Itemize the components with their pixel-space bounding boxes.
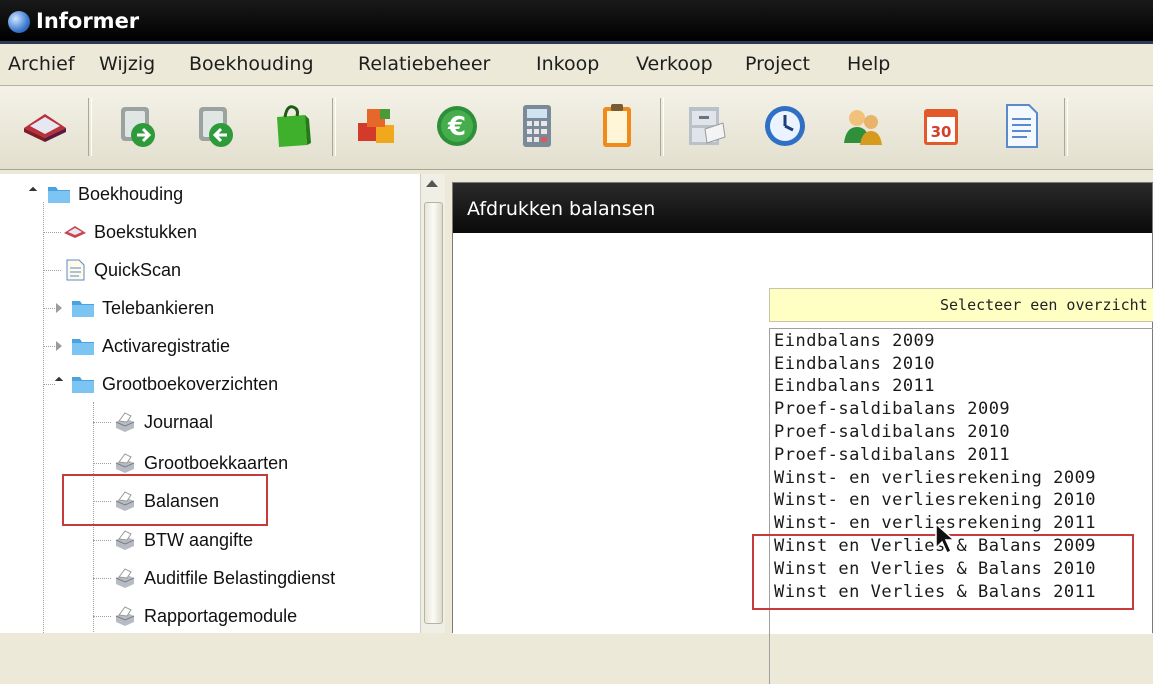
tree-scrollbar[interactable]	[420, 174, 445, 633]
printer-icon	[115, 453, 135, 473]
highlight-balansen	[62, 474, 268, 526]
document-icon	[66, 259, 85, 281]
menu-inkoop[interactable]: Inkoop	[536, 53, 599, 75]
list-item[interactable]: Eindbalans 2009	[774, 331, 935, 351]
window-title: Afdrukken balansen	[467, 198, 656, 220]
tree-item-rapportagemodule[interactable]: Rapportagemodule	[112, 598, 297, 634]
window-body: Selecteer een overzicht Eindbalans 2009 …	[453, 233, 1153, 684]
svg-text:€: €	[447, 112, 466, 142]
list-item[interactable]: Eindbalans 2010	[774, 354, 935, 374]
printer-icon	[115, 530, 135, 550]
menu-project[interactable]: Project	[745, 53, 810, 75]
menu-archief[interactable]: Archief	[8, 53, 75, 75]
contacts-icon[interactable]	[836, 98, 890, 154]
tree-item-label: Grootboekkaarten	[144, 452, 289, 473]
calendar-icon[interactable]: 30	[914, 98, 968, 154]
expand-arrow-icon[interactable]	[54, 376, 64, 386]
tree-item-quickscan[interactable]: QuickScan	[62, 252, 181, 288]
printer-icon	[115, 606, 135, 626]
folder-icon	[72, 377, 94, 393]
menu-verkoop[interactable]: Verkoop	[636, 53, 713, 75]
mouse-cursor-icon	[935, 522, 956, 555]
app-logo-icon	[8, 11, 30, 33]
tree-item-label: Journaal	[144, 411, 214, 432]
list-item[interactable]: Winst- en verliesrekening 2009	[774, 468, 1096, 488]
menu-bar: Archief Wijzig Boekhouding Relatiebeheer…	[0, 44, 1153, 86]
folder-icon	[72, 301, 94, 317]
cabinet-icon[interactable]	[678, 98, 732, 154]
tree-item-label: Grootboekoverzichten	[102, 373, 279, 394]
collapse-arrow-icon[interactable]	[56, 303, 62, 313]
tree-item-activaregistratie[interactable]: Activaregistratie	[54, 328, 230, 364]
list-item[interactable]: Proef-saldibalans 2009	[774, 399, 1010, 419]
document-icon[interactable]	[994, 98, 1048, 154]
window-titlebar: Afdrukken balansen	[453, 183, 1152, 233]
tree-item-label: Telebankieren	[102, 297, 215, 318]
print-balances-window: Afdrukken balansen Selecteer een overzic…	[452, 182, 1153, 684]
navigation-tree: Boekhouding Boekstukken QuickScan Teleba…	[0, 174, 421, 633]
list-item[interactable]: Proef-saldibalans 2011	[774, 445, 1010, 465]
tree-item-btw-aangifte[interactable]: BTW aangifte	[112, 522, 253, 558]
tree-item-label: Boekhouding	[78, 183, 184, 204]
boekstukken-icon[interactable]	[18, 98, 72, 154]
boekstukken-icon	[64, 226, 86, 238]
euro-icon[interactable]: €	[430, 98, 484, 154]
menu-boekhouding[interactable]: Boekhouding	[189, 53, 314, 75]
expand-arrow-icon[interactable]	[28, 186, 38, 196]
overview-list[interactable]: Eindbalans 2009 Eindbalans 2010 Eindbala…	[752, 328, 1153, 684]
printer-icon	[115, 412, 135, 432]
tree-item-telebankieren[interactable]: Telebankieren	[54, 290, 214, 326]
tree-item-label: Rapportagemodule	[144, 605, 298, 626]
folder-icon	[72, 339, 94, 355]
menu-help[interactable]: Help	[847, 53, 890, 75]
list-item[interactable]: Proef-saldibalans 2010	[774, 422, 1010, 442]
clipboard-icon[interactable]	[590, 98, 644, 154]
tree-item-boekstukken[interactable]: Boekstukken	[62, 214, 197, 250]
calculator-icon[interactable]	[510, 98, 564, 154]
printer-icon	[115, 568, 135, 588]
tree-item-auditfile-belastingdienst[interactable]: Auditfile Belastingdienst	[112, 560, 335, 596]
products-icon[interactable]	[350, 98, 404, 154]
arrow-out-icon[interactable]	[188, 98, 242, 154]
app-titlebar: Informer	[0, 0, 1153, 44]
app-title: Informer	[36, 9, 140, 33]
list-item[interactable]: Eindbalans 2011	[774, 376, 935, 396]
tree-item-label: Auditfile Belastingdienst	[144, 567, 336, 588]
tree-item-label: Boekstukken	[94, 221, 198, 242]
shopping-bag-icon[interactable]	[264, 98, 318, 154]
folder-icon	[48, 187, 70, 203]
clock-icon[interactable]	[758, 98, 812, 154]
collapse-arrow-icon[interactable]	[56, 341, 62, 351]
tree-item-label: BTW aangifte	[144, 529, 254, 550]
tree-item-label: QuickScan	[94, 259, 182, 280]
menu-relatiebeheer[interactable]: Relatiebeheer	[358, 53, 490, 75]
tree-item-journaal[interactable]: Journaal	[112, 404, 213, 440]
calendar-day: 30	[931, 123, 952, 141]
scroll-up-icon[interactable]	[426, 180, 438, 187]
overview-header-label: Selecteer een overzicht	[940, 296, 1148, 314]
tree-item-boekhouding[interactable]: Boekhouding	[24, 176, 183, 212]
overview-header: Selecteer een overzicht	[769, 288, 1153, 322]
menu-wijzig[interactable]: Wijzig	[99, 53, 155, 75]
list-item[interactable]: Winst- en verliesrekening 2010	[774, 490, 1096, 510]
arrow-in-icon[interactable]	[110, 98, 164, 154]
tree-item-grootboekoverzichten[interactable]: Grootboekoverzichten	[54, 366, 278, 402]
toolbar: € 30	[0, 86, 1153, 170]
tree-item-label: Activaregistratie	[102, 335, 231, 356]
scroll-thumb[interactable]	[424, 202, 443, 624]
